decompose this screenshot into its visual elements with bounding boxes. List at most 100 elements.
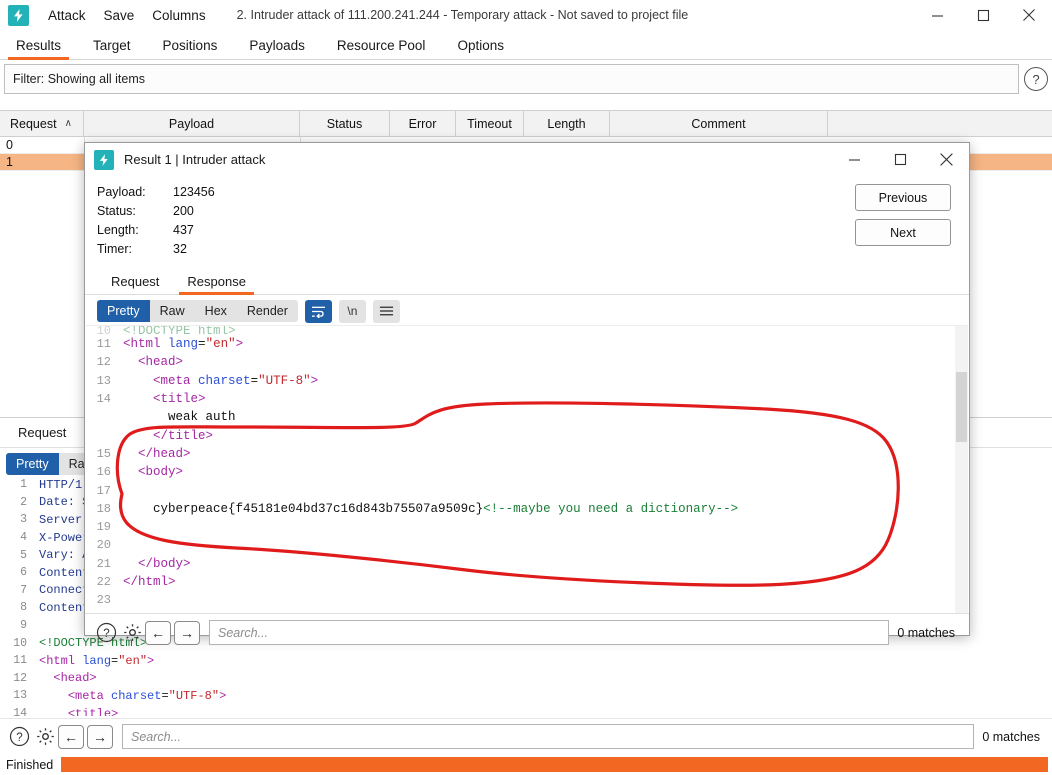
meta-key: Status: <box>97 203 136 218</box>
main-tab-strip: Results Target Positions Payloads Resour… <box>0 30 1052 60</box>
dialog-tab-request[interactable]: Request <box>97 271 173 294</box>
meta-value: 437 <box>173 222 194 237</box>
dialog-metadata: Payload: 123456 Status: 200 Length: 437 … <box>85 176 969 262</box>
tab-target[interactable]: Target <box>77 34 147 59</box>
code-text: X-Power <box>39 530 90 545</box>
help-icon[interactable]: ? <box>1024 67 1048 91</box>
search-input[interactable]: Search... <box>209 620 890 645</box>
column-header-status[interactable]: Status <box>300 111 390 136</box>
code-text: HTTP/1. <box>39 477 90 492</box>
dialog-tab-response[interactable]: Response <box>173 271 260 295</box>
column-header-payload[interactable]: Payload <box>84 111 300 136</box>
code-scrollbar[interactable] <box>955 326 968 613</box>
column-header-timeout[interactable]: Timeout <box>456 111 524 136</box>
filter-field[interactable]: Filter: Showing all items <box>4 64 1019 94</box>
meta-value: 32 <box>173 241 187 256</box>
gear-icon[interactable] <box>32 724 58 750</box>
view-mode-render[interactable]: Render <box>237 300 298 322</box>
search-next-button[interactable]: → <box>87 724 113 749</box>
search-next-button[interactable]: → <box>174 620 200 645</box>
line-number: 11 <box>96 337 111 352</box>
gear-icon[interactable] <box>119 620 145 646</box>
search-previous-button[interactable]: ← <box>58 724 84 749</box>
response-code-view[interactable]: 10 <!DOCTYPE html> 11 <html lang="en"> 12 <h… <box>86 325 968 613</box>
result-detail-dialog: Result 1 | Intruder attack Payload: 1234… <box>84 142 970 645</box>
meta-timer: Timer: 32 <box>97 239 969 258</box>
tab-options[interactable]: Options <box>441 34 520 59</box>
dialog-search-bar: ? ← → Search... 0 matches <box>85 613 969 651</box>
view-mode-pretty[interactable]: Pretty <box>6 452 59 475</box>
search-previous-button[interactable]: ← <box>145 620 171 645</box>
dialog-tabs: Request Response <box>85 268 969 295</box>
tab-resource-pool[interactable]: Resource Pool <box>321 34 442 59</box>
code-text: <!DOCTYPE html> <box>123 326 236 335</box>
code-text: Content <box>39 600 90 615</box>
code-text: </title> <box>153 428 214 443</box>
line-number: 13 <box>96 373 111 388</box>
code-text: <body> <box>138 465 184 480</box>
line-number: 19 <box>96 520 111 535</box>
burp-logo-icon <box>94 149 114 170</box>
code-text: cyberpeace{f45181e04bd37c16d843b75507a95… <box>153 501 739 516</box>
wrap-lines-icon[interactable] <box>304 299 332 323</box>
filter-bar: Filter: Showing all items ? <box>4 64 1048 94</box>
code-line: 13 <meta charset="UTF-8"> <box>0 687 1052 705</box>
menu-columns[interactable]: Columns <box>143 5 214 26</box>
column-header-length[interactable]: Length <box>524 111 610 136</box>
view-mode-pretty[interactable]: Pretty <box>97 300 150 322</box>
code-text: <head> <box>138 355 184 370</box>
minimize-icon[interactable] <box>914 0 960 30</box>
maximize-icon[interactable] <box>877 143 923 176</box>
next-button[interactable]: Next <box>855 219 951 246</box>
menu-icon[interactable] <box>372 299 400 323</box>
line-number: 15 <box>96 446 111 461</box>
search-input[interactable]: Search... <box>122 724 975 749</box>
column-header-error[interactable]: Error <box>390 111 456 136</box>
line-number: 10 <box>13 636 27 650</box>
code-text: Server: <box>39 512 90 527</box>
maximize-icon[interactable] <box>960 0 1006 30</box>
close-icon[interactable] <box>1006 0 1052 30</box>
newline-icon[interactable]: \n <box>338 299 366 323</box>
line-number: 23 <box>96 593 111 608</box>
scrollbar-thumb[interactable] <box>956 372 967 442</box>
line-number: 9 <box>20 619 27 633</box>
tab-positions[interactable]: Positions <box>147 34 234 59</box>
line-number: 22 <box>96 575 111 589</box>
code-line: 11 <html lang="en"> <box>86 335 968 353</box>
code-text: <title> <box>153 392 206 407</box>
column-header-request[interactable]: Request ∧ <box>0 111 84 136</box>
code-line: 23 <box>86 591 968 609</box>
minimize-icon[interactable] <box>831 143 877 176</box>
help-icon[interactable]: ? <box>6 724 32 750</box>
view-mode-hex[interactable]: Hex <box>195 300 237 322</box>
code-line: 14 <title> <box>0 705 1052 716</box>
status-bar: Finished <box>0 754 1052 775</box>
close-icon[interactable] <box>923 143 969 176</box>
code-line: 22 </html> <box>86 573 968 591</box>
menu-save[interactable]: Save <box>95 5 144 26</box>
line-number: 14 <box>13 707 27 716</box>
svg-text:?: ? <box>16 732 22 744</box>
previous-button[interactable]: Previous <box>855 184 951 211</box>
line-number: 14 <box>96 392 111 407</box>
line-number: 2 <box>20 495 27 509</box>
results-table-header: Request ∧ Payload Status Error Timeout L… <box>0 110 1052 137</box>
code-text: <title> <box>67 706 119 716</box>
column-header-comment[interactable]: Comment <box>610 111 828 136</box>
panel-tab-request[interactable]: Request <box>0 421 84 444</box>
line-number: 18 <box>96 501 111 516</box>
help-icon[interactable]: ? <box>93 620 119 646</box>
code-line: 15 </head> <box>86 445 968 463</box>
menu-attack[interactable]: Attack <box>39 5 95 26</box>
tab-payloads[interactable]: Payloads <box>233 34 321 59</box>
dialog-title-bar: Result 1 | Intruder attack <box>85 143 969 176</box>
column-header-extra[interactable] <box>828 111 1052 136</box>
tab-results[interactable]: Results <box>0 34 77 60</box>
column-label: Request <box>10 116 57 131</box>
cell-request-index: 0 <box>6 138 13 152</box>
view-mode-raw[interactable]: Raw <box>150 300 195 322</box>
code-text: Connect <box>39 583 90 598</box>
svg-text:?: ? <box>103 628 109 640</box>
code-line: 11 <html lang="en"> <box>0 652 1052 670</box>
